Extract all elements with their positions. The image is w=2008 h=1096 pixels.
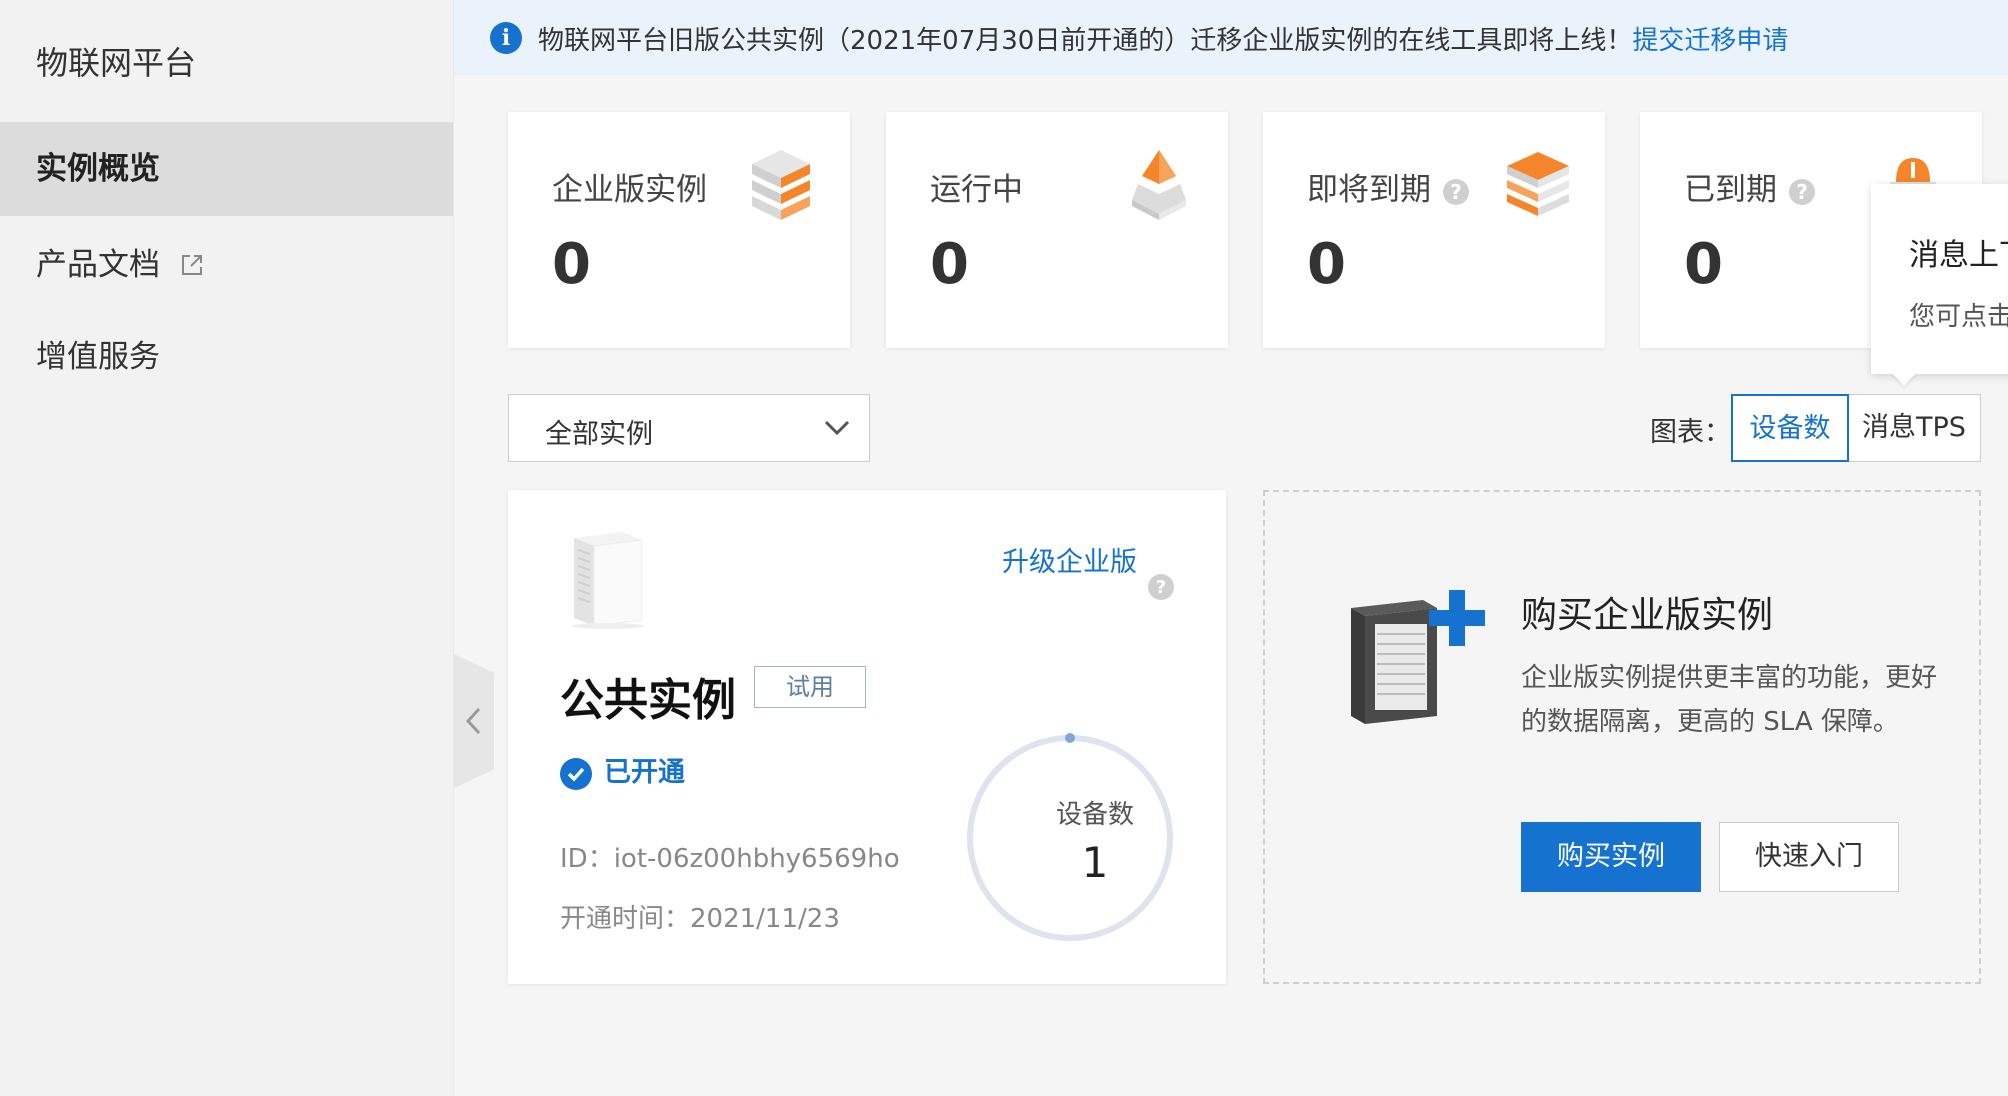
- stat-card-running: 运行中 0: [886, 112, 1228, 348]
- ring-value: 1: [1081, 838, 1109, 887]
- instance-filter-select[interactable]: 全部实例: [508, 394, 870, 462]
- check-circle-icon: [560, 757, 592, 790]
- instance-open-date: 开通时间：2021/11/23: [560, 904, 840, 934]
- status-text: 已开通: [604, 757, 685, 788]
- stat-card-expiring: 即将到期? 0: [1263, 112, 1605, 348]
- upgrade-enterprise-link[interactable]: 升级企业版: [1002, 540, 1137, 579]
- stat-value: 0: [1684, 232, 1723, 297]
- chart-option-message-tps[interactable]: 消息TPS: [1847, 394, 1981, 462]
- migration-apply-link[interactable]: 提交迁移申请: [1632, 26, 1788, 56]
- notice-banner: i 物联网平台旧版公共实例（2021年07月30日前开通的）迁移企业版实例的在线…: [454, 0, 2008, 75]
- svg-text:?: ?: [1156, 577, 1166, 598]
- server-tower-icon: [560, 530, 660, 634]
- chevron-left-icon: [465, 707, 481, 735]
- ring-label: 设备数: [1055, 800, 1134, 830]
- sidebar-item-label: 增值服务: [36, 339, 160, 375]
- banner-text: 物联网平台旧版公共实例（2021年07月30日前开通的）迁移企业版实例的在线工具…: [538, 26, 1633, 56]
- buy-card-title: 购买企业版实例: [1521, 595, 1774, 636]
- stat-value: 0: [552, 232, 591, 297]
- stat-label: 已到期: [1684, 172, 1777, 208]
- info-icon: i: [490, 22, 522, 54]
- select-value: 全部实例: [545, 419, 653, 450]
- buy-card-description: 企业版实例提供更丰富的功能，更好的数据隔离，更高的 SLA 保障。: [1521, 663, 1938, 737]
- buy-enterprise-card: 购买企业版实例 企业版实例提供更丰富的功能，更好的数据隔离，更高的 SLA 保障…: [1263, 490, 1981, 984]
- sidebar-item-label: 实例概览: [36, 151, 160, 187]
- buy-instance-button[interactable]: 购买实例: [1521, 822, 1701, 892]
- stat-value: 0: [1307, 232, 1346, 297]
- chart-option-device-count[interactable]: 设备数: [1731, 394, 1849, 462]
- stat-label: 运行中: [930, 172, 1023, 208]
- sidebar-item-value-added[interactable]: 增值服务: [0, 310, 453, 404]
- tooltip-title: 消息上下: [1909, 238, 2008, 273]
- quick-start-button[interactable]: 快速入门: [1719, 822, 1899, 892]
- help-icon[interactable]: ?: [1443, 178, 1469, 205]
- sidebar: 物联网平台 实例概览 产品文档 增值服务: [0, 0, 454, 1096]
- public-instance-card[interactable]: 升级企业版 ? 公共实例 试用 已开通 ID：iot-06z00hbhy6569…: [508, 490, 1226, 984]
- tooltip-text: 您可点击: [1909, 302, 2008, 332]
- help-icon[interactable]: ?: [1789, 178, 1815, 205]
- enterprise-stack-icon: [746, 146, 816, 226]
- stat-label: 企业版实例: [552, 172, 707, 208]
- sidebar-item-product-docs[interactable]: 产品文档: [0, 218, 453, 312]
- server-rack-add-icon: [1337, 588, 1497, 732]
- sidebar-item-label: 产品文档: [36, 247, 160, 283]
- instance-id: ID：iot-06z00hbhy6569ho: [560, 844, 900, 874]
- stat-label: 即将到期: [1307, 172, 1431, 208]
- sidebar-collapse-handle[interactable]: [454, 654, 494, 788]
- chart-toggle-label: 图表：: [1650, 417, 1731, 448]
- help-icon[interactable]: ?: [1148, 574, 1174, 604]
- instance-title: 公共实例: [560, 675, 736, 726]
- sidebar-item-instance-overview[interactable]: 实例概览: [0, 122, 453, 216]
- external-link-icon: [180, 220, 204, 314]
- trial-badge: 试用: [754, 666, 866, 708]
- stat-card-enterprise: 企业版实例 0: [508, 112, 850, 348]
- stat-value: 0: [930, 232, 969, 297]
- tooltip-popover: 消息上下 您可点击: [1871, 184, 2008, 374]
- running-pyramid-icon: [1124, 146, 1194, 226]
- expiring-stack-icon: [1501, 146, 1575, 226]
- platform-title: 物联网平台: [36, 44, 197, 82]
- chevron-down-icon: [824, 420, 850, 436]
